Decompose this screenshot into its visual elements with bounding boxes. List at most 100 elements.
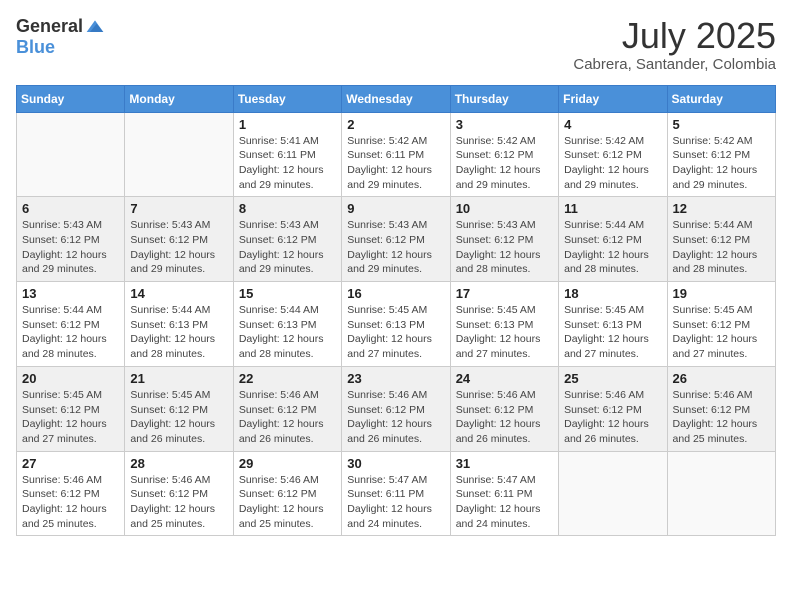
calendar-day-cell: 16 Sunrise: 5:45 AMSunset: 6:13 PMDayligh… bbox=[342, 282, 450, 367]
day-number: 28 bbox=[130, 456, 227, 471]
day-number: 13 bbox=[22, 286, 119, 301]
day-info: Sunrise: 5:45 AMSunset: 6:13 PMDaylight:… bbox=[347, 303, 444, 362]
day-info: Sunrise: 5:46 AMSunset: 6:12 PMDaylight:… bbox=[239, 388, 336, 447]
calendar-day-cell bbox=[125, 112, 233, 197]
day-of-week-header: Wednesday bbox=[342, 85, 450, 112]
logo-general-text: General bbox=[16, 16, 83, 37]
calendar-day-cell bbox=[667, 451, 775, 536]
calendar-day-cell: 28 Sunrise: 5:46 AMSunset: 6:12 PMDayligh… bbox=[125, 451, 233, 536]
day-info: Sunrise: 5:43 AMSunset: 6:12 PMDaylight:… bbox=[22, 218, 119, 277]
day-number: 12 bbox=[673, 201, 770, 216]
day-number: 7 bbox=[130, 201, 227, 216]
day-info: Sunrise: 5:45 AMSunset: 6:12 PMDaylight:… bbox=[673, 303, 770, 362]
day-info: Sunrise: 5:45 AMSunset: 6:13 PMDaylight:… bbox=[564, 303, 661, 362]
calendar-week-row: 13 Sunrise: 5:44 AMSunset: 6:12 PMDayligh… bbox=[17, 282, 776, 367]
calendar-day-cell: 7 Sunrise: 5:43 AMSunset: 6:12 PMDaylight… bbox=[125, 197, 233, 282]
day-info: Sunrise: 5:42 AMSunset: 6:12 PMDaylight:… bbox=[673, 134, 770, 193]
day-number: 18 bbox=[564, 286, 661, 301]
day-of-week-header: Monday bbox=[125, 85, 233, 112]
day-number: 25 bbox=[564, 371, 661, 386]
calendar-day-cell: 25 Sunrise: 5:46 AMSunset: 6:12 PMDayligh… bbox=[559, 366, 667, 451]
calendar-day-cell: 21 Sunrise: 5:45 AMSunset: 6:12 PMDayligh… bbox=[125, 366, 233, 451]
day-info: Sunrise: 5:47 AMSunset: 6:11 PMDaylight:… bbox=[347, 473, 444, 532]
location-subtitle: Cabrera, Santander, Colombia bbox=[573, 56, 776, 73]
calendar-day-cell: 10Sunrise: 5:43 AMSunset: 6:12 PMDayligh… bbox=[450, 197, 558, 282]
calendar-day-cell bbox=[559, 451, 667, 536]
day-number: 26 bbox=[673, 371, 770, 386]
calendar-day-cell: 30Sunrise: 5:47 AMSunset: 6:11 PMDayligh… bbox=[342, 451, 450, 536]
day-info: Sunrise: 5:42 AMSunset: 6:12 PMDaylight:… bbox=[564, 134, 661, 193]
day-info: Sunrise: 5:46 AMSunset: 6:12 PMDaylight:… bbox=[347, 388, 444, 447]
calendar-day-cell: 18 Sunrise: 5:45 AMSunset: 6:13 PMDayligh… bbox=[559, 282, 667, 367]
day-number: 29 bbox=[239, 456, 336, 471]
calendar-day-cell: 1 Sunrise: 5:41 AMSunset: 6:11 PMDaylight… bbox=[233, 112, 341, 197]
day-number: 21 bbox=[130, 371, 227, 386]
day-number: 2 bbox=[347, 117, 444, 132]
day-number: 24 bbox=[456, 371, 553, 386]
calendar-day-cell: 5 Sunrise: 5:42 AMSunset: 6:12 PMDaylight… bbox=[667, 112, 775, 197]
calendar-day-cell: 31 Sunrise: 5:47 AMSunset: 6:11 PMDayligh… bbox=[450, 451, 558, 536]
day-info: Sunrise: 5:45 AMSunset: 6:13 PMDaylight:… bbox=[456, 303, 553, 362]
day-number: 23 bbox=[347, 371, 444, 386]
title-block: July 2025 Cabrera, Santander, Colombia bbox=[573, 16, 776, 73]
day-info: Sunrise: 5:46 AMSunset: 6:12 PMDaylight:… bbox=[456, 388, 553, 447]
calendar-day-cell: 27Sunrise: 5:46 AMSunset: 6:12 PMDayligh… bbox=[17, 451, 125, 536]
calendar-day-cell: 13 Sunrise: 5:44 AMSunset: 6:12 PMDayligh… bbox=[17, 282, 125, 367]
logo-blue-text: Blue bbox=[16, 37, 55, 58]
day-info: Sunrise: 5:43 AMSunset: 6:12 PMDaylight:… bbox=[347, 218, 444, 277]
day-info: Sunrise: 5:41 AMSunset: 6:11 PMDaylight:… bbox=[239, 134, 336, 193]
day-number: 19 bbox=[673, 286, 770, 301]
day-info: Sunrise: 5:46 AMSunset: 6:12 PMDaylight:… bbox=[239, 473, 336, 532]
calendar-day-cell: 23 Sunrise: 5:46 AMSunset: 6:12 PMDayligh… bbox=[342, 366, 450, 451]
calendar-day-cell bbox=[17, 112, 125, 197]
calendar-day-cell: 4 Sunrise: 5:42 AMSunset: 6:12 PMDaylight… bbox=[559, 112, 667, 197]
day-info: Sunrise: 5:42 AMSunset: 6:11 PMDaylight:… bbox=[347, 134, 444, 193]
day-number: 6 bbox=[22, 201, 119, 216]
day-info: Sunrise: 5:44 AMSunset: 6:13 PMDaylight:… bbox=[239, 303, 336, 362]
calendar-day-cell: 29 Sunrise: 5:46 AMSunset: 6:12 PMDayligh… bbox=[233, 451, 341, 536]
day-number: 4 bbox=[564, 117, 661, 132]
day-of-week-header: Sunday bbox=[17, 85, 125, 112]
day-number: 16 bbox=[347, 286, 444, 301]
day-number: 8 bbox=[239, 201, 336, 216]
calendar-day-cell: 17Sunrise: 5:45 AMSunset: 6:13 PMDayligh… bbox=[450, 282, 558, 367]
day-info: Sunrise: 5:45 AMSunset: 6:12 PMDaylight:… bbox=[130, 388, 227, 447]
calendar-day-cell: 15Sunrise: 5:44 AMSunset: 6:13 PMDayligh… bbox=[233, 282, 341, 367]
calendar-day-cell: 3Sunrise: 5:42 AMSunset: 6:12 PMDaylight… bbox=[450, 112, 558, 197]
day-number: 11 bbox=[564, 201, 661, 216]
day-info: Sunrise: 5:46 AMSunset: 6:12 PMDaylight:… bbox=[673, 388, 770, 447]
day-info: Sunrise: 5:43 AMSunset: 6:12 PMDaylight:… bbox=[130, 218, 227, 277]
calendar-header-row: SundayMondayTuesdayWednesdayThursdayFrid… bbox=[17, 85, 776, 112]
calendar-week-row: 27Sunrise: 5:46 AMSunset: 6:12 PMDayligh… bbox=[17, 451, 776, 536]
day-info: Sunrise: 5:46 AMSunset: 6:12 PMDaylight:… bbox=[22, 473, 119, 532]
day-number: 1 bbox=[239, 117, 336, 132]
day-info: Sunrise: 5:44 AMSunset: 6:12 PMDaylight:… bbox=[673, 218, 770, 277]
calendar-day-cell: 26 Sunrise: 5:46 AMSunset: 6:12 PMDayligh… bbox=[667, 366, 775, 451]
day-info: Sunrise: 5:46 AMSunset: 6:12 PMDaylight:… bbox=[130, 473, 227, 532]
day-of-week-header: Thursday bbox=[450, 85, 558, 112]
day-number: 14 bbox=[130, 286, 227, 301]
day-number: 22 bbox=[239, 371, 336, 386]
calendar-day-cell: 14 Sunrise: 5:44 AMSunset: 6:13 PMDayligh… bbox=[125, 282, 233, 367]
day-number: 5 bbox=[673, 117, 770, 132]
calendar-day-cell: 12 Sunrise: 5:44 AMSunset: 6:12 PMDayligh… bbox=[667, 197, 775, 282]
day-number: 31 bbox=[456, 456, 553, 471]
day-info: Sunrise: 5:44 AMSunset: 6:13 PMDaylight:… bbox=[130, 303, 227, 362]
day-info: Sunrise: 5:44 AMSunset: 6:12 PMDaylight:… bbox=[564, 218, 661, 277]
day-of-week-header: Friday bbox=[559, 85, 667, 112]
calendar-day-cell: 19 Sunrise: 5:45 AMSunset: 6:12 PMDayligh… bbox=[667, 282, 775, 367]
calendar-day-cell: 9 Sunrise: 5:43 AMSunset: 6:12 PMDaylight… bbox=[342, 197, 450, 282]
day-number: 9 bbox=[347, 201, 444, 216]
calendar-week-row: 1 Sunrise: 5:41 AMSunset: 6:11 PMDaylight… bbox=[17, 112, 776, 197]
day-info: Sunrise: 5:44 AMSunset: 6:12 PMDaylight:… bbox=[22, 303, 119, 362]
day-number: 20 bbox=[22, 371, 119, 386]
day-info: Sunrise: 5:46 AMSunset: 6:12 PMDaylight:… bbox=[564, 388, 661, 447]
day-info: Sunrise: 5:42 AMSunset: 6:12 PMDaylight:… bbox=[456, 134, 553, 193]
day-info: Sunrise: 5:43 AMSunset: 6:12 PMDaylight:… bbox=[456, 218, 553, 277]
day-info: Sunrise: 5:45 AMSunset: 6:12 PMDaylight:… bbox=[22, 388, 119, 447]
day-info: Sunrise: 5:47 AMSunset: 6:11 PMDaylight:… bbox=[456, 473, 553, 532]
calendar-week-row: 20 Sunrise: 5:45 AMSunset: 6:12 PMDayligh… bbox=[17, 366, 776, 451]
day-info: Sunrise: 5:43 AMSunset: 6:12 PMDaylight:… bbox=[239, 218, 336, 277]
calendar-day-cell: 11 Sunrise: 5:44 AMSunset: 6:12 PMDayligh… bbox=[559, 197, 667, 282]
calendar-week-row: 6 Sunrise: 5:43 AMSunset: 6:12 PMDaylight… bbox=[17, 197, 776, 282]
